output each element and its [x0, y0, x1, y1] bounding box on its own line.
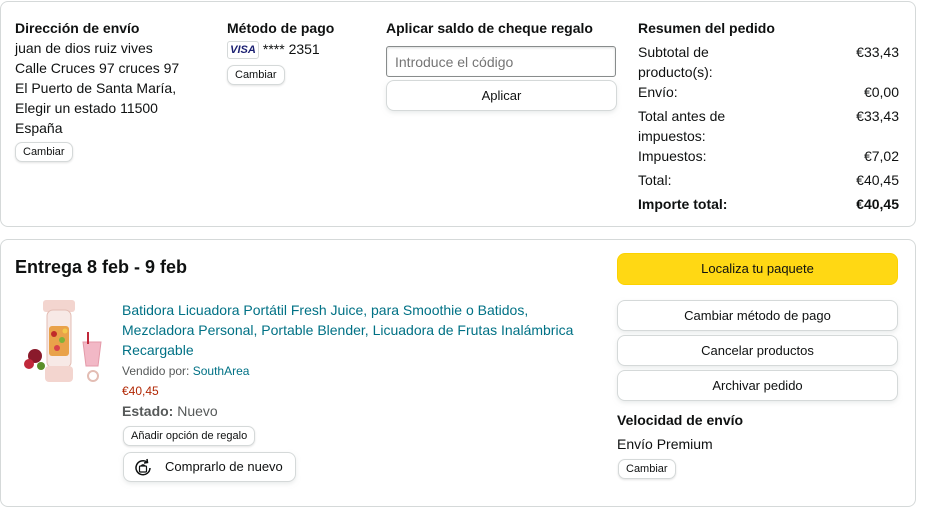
summary-label: Envío:	[638, 84, 678, 100]
summary-label: Subtotal de producto(s):	[638, 44, 713, 80]
sold-by: Vendido por: SouthArea	[122, 362, 249, 380]
address-line: España	[15, 120, 63, 136]
address-line: Elegir un estado 11500	[15, 100, 158, 116]
address-line: juan de dios ruiz vives	[15, 40, 153, 56]
order-summary-section: Resumen del pedido	[638, 18, 899, 38]
shipping-address-title: Dirección de envío	[15, 20, 140, 36]
change-address-button[interactable]: Cambiar	[15, 142, 73, 162]
seller-link[interactable]: SouthArea	[193, 364, 250, 378]
summary-value: €33,43	[856, 44, 899, 60]
visa-card-icon: VISA	[227, 41, 259, 60]
change-shipping-speed-button[interactable]: Cambiar	[618, 459, 676, 479]
sold-by-label: Vendido por:	[122, 364, 190, 378]
product-price: €40,45	[122, 384, 159, 398]
summary-value: €0,00	[863, 84, 899, 100]
summary-label: Total antes de impuestos:	[638, 108, 726, 144]
buy-again-button[interactable]: Comprarlo de nuevo	[123, 452, 296, 482]
summary-value: €40,45	[856, 172, 899, 188]
address-line: El Puerto de Santa María,	[15, 80, 177, 96]
buy-again-icon	[132, 457, 154, 479]
summary-row-pretax: Total antes de impuestos: €33,43	[638, 106, 899, 146]
condition-label: Estado:	[122, 403, 174, 419]
summary-value: €7,02	[863, 148, 899, 164]
payment-method-title: Método de pago	[227, 20, 335, 36]
condition-value: Nuevo	[177, 403, 218, 419]
buy-again-label: Comprarlo de nuevo	[165, 459, 283, 474]
summary-label: Total:	[638, 172, 672, 188]
gift-code-input[interactable]	[386, 46, 616, 77]
summary-label: Impuestos:	[638, 148, 707, 164]
summary-value: €33,43	[856, 108, 899, 124]
payment-method-section: Método de pago VISA **** 2351 Cambiar	[227, 18, 377, 86]
change-payment-method-button[interactable]: Cambiar método de pago	[617, 300, 898, 331]
add-gift-option-button[interactable]: Añadir opción de regalo	[123, 426, 256, 446]
order-summary-title: Resumen del pedido	[638, 20, 775, 36]
address-line: Calle Cruces 97 cruces 97	[15, 60, 180, 76]
change-payment-button[interactable]: Cambiar	[227, 65, 285, 86]
shipping-speed-value: Envío Premium	[617, 436, 713, 452]
summary-label: Importe total:	[638, 196, 728, 212]
product-condition: Estado: Nuevo	[122, 401, 218, 421]
gift-card-title: Aplicar saldo de cheque regalo	[386, 20, 593, 36]
shipment-card: Entrega 8 feb - 9 feb Batidora Licuadora…	[0, 239, 916, 507]
blender-image	[24, 300, 102, 382]
archive-order-button[interactable]: Archivar pedido	[617, 370, 898, 401]
shipping-address-section: Dirección de envío juan de dios ruiz viv…	[15, 18, 205, 162]
gift-card-section: Aplicar saldo de cheque regalo	[386, 18, 626, 38]
track-package-button[interactable]: Localiza tu paquete	[617, 253, 898, 285]
shipping-speed-title: Velocidad de envío	[617, 412, 744, 428]
summary-value: €40,45	[856, 196, 899, 212]
summary-row-subtotal: Subtotal de producto(s): €33,43	[638, 42, 899, 82]
delivery-date-title: Entrega 8 feb - 9 feb	[15, 257, 188, 277]
apply-gift-button[interactable]: Aplicar	[386, 80, 617, 111]
product-title-link[interactable]: Batidora Licuadora Portátil Fresh Juice,…	[122, 300, 592, 360]
cancel-items-button[interactable]: Cancelar productos	[617, 335, 898, 366]
card-number: **** 2351	[262, 41, 320, 57]
product-image[interactable]	[21, 296, 111, 396]
order-details-card: Dirección de envío juan de dios ruiz viv…	[0, 1, 916, 227]
